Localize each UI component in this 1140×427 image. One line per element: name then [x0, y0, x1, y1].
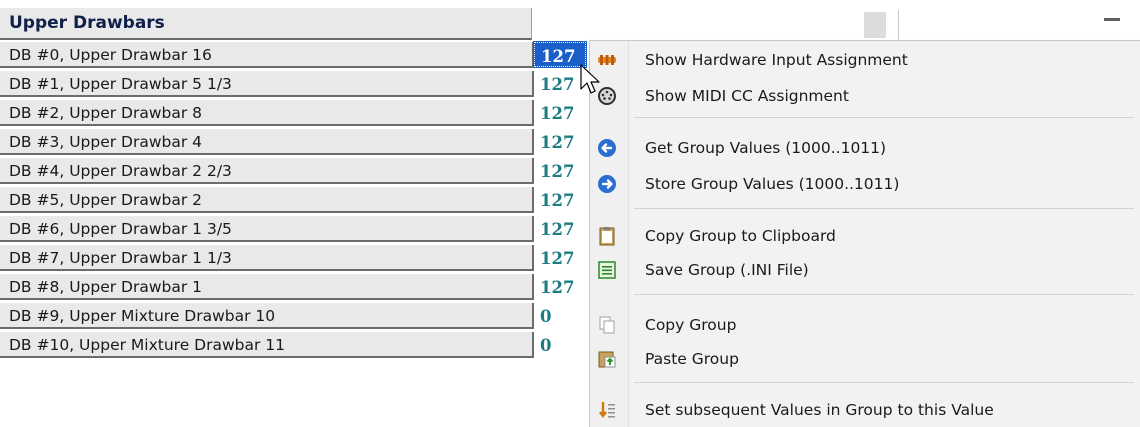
- param-label: DB #4, Upper Drawbar 2 2/3: [0, 158, 534, 184]
- dropdown-indicator-icon: [1104, 18, 1120, 21]
- param-label: DB #8, Upper Drawbar 1: [0, 274, 534, 300]
- save-file-icon: [597, 260, 617, 280]
- mouse-pointer-icon: [580, 64, 600, 94]
- menu-item-label: Show Hardware Input Assignment: [645, 51, 908, 69]
- table-row[interactable]: DB #9, Upper Mixture Drawbar 10 0: [0, 303, 590, 329]
- param-value[interactable]: 127: [533, 41, 587, 68]
- table-row[interactable]: DB #5, Upper Drawbar 2 127: [0, 187, 590, 213]
- fill-down-icon: [597, 400, 617, 420]
- param-value[interactable]: 127: [534, 274, 586, 299]
- param-value[interactable]: 127: [534, 100, 586, 125]
- param-value[interactable]: 0: [534, 332, 586, 357]
- menu-item-store-group-values[interactable]: Store Group Values (1000..1011): [590, 168, 1140, 200]
- drawbar-grid: Upper Drawbars DB #0, Upper Drawbar 16 1…: [0, 0, 1140, 426]
- table-row[interactable]: DB #0, Upper Drawbar 16 127: [0, 41, 590, 68]
- param-value[interactable]: 127: [534, 158, 586, 183]
- menu-separator: [634, 294, 1134, 295]
- clipboard-icon: [597, 226, 617, 246]
- menu-item-label: Paste Group: [645, 350, 739, 368]
- menu-item-copy-group-to-clipboard[interactable]: Copy Group to Clipboard: [590, 220, 1140, 252]
- arrow-right-circle-icon: [597, 174, 617, 194]
- menu-item-label: Get Group Values (1000..1011): [645, 139, 887, 157]
- paste-icon: [597, 349, 617, 369]
- scrollbar-thumb[interactable]: [864, 12, 886, 38]
- param-value[interactable]: 127: [534, 71, 586, 96]
- menu-item-show-hardware-input[interactable]: Show Hardware Input Assignment: [590, 44, 1140, 76]
- menu-item-get-group-values[interactable]: Get Group Values (1000..1011): [590, 132, 1140, 164]
- menu-item-paste-group[interactable]: Paste Group: [590, 343, 1140, 375]
- param-label: DB #0, Upper Drawbar 16: [0, 42, 534, 68]
- menu-item-label: Save Group (.INI File): [645, 261, 809, 279]
- param-label: DB #7, Upper Drawbar 1 1/3: [0, 245, 534, 271]
- table-row[interactable]: DB #6, Upper Drawbar 1 3/5 127: [0, 216, 590, 242]
- table-row[interactable]: DB #7, Upper Drawbar 1 1/3 127: [0, 245, 590, 271]
- param-label: DB #1, Upper Drawbar 5 1/3: [0, 71, 534, 97]
- table-row[interactable]: DB #2, Upper Drawbar 8 127: [0, 100, 590, 126]
- header-right-area: [534, 8, 1140, 40]
- group-header: Upper Drawbars: [0, 8, 532, 40]
- arrow-left-circle-icon: [597, 138, 617, 158]
- menu-item-label: Copy Group: [645, 316, 737, 334]
- table-row[interactable]: DB #3, Upper Drawbar 4 127: [0, 129, 590, 155]
- param-label: DB #2, Upper Drawbar 8: [0, 100, 534, 126]
- menu-item-label: Set subsequent Values in Group to this V…: [645, 401, 994, 419]
- param-label: DB #3, Upper Drawbar 4: [0, 129, 534, 155]
- table-row[interactable]: DB #1, Upper Drawbar 5 1/3 127: [0, 71, 590, 97]
- param-value[interactable]: 127: [534, 245, 586, 270]
- param-value[interactable]: 127: [534, 216, 586, 241]
- menu-item-label: Show MIDI CC Assignment: [645, 87, 849, 105]
- param-value[interactable]: 127: [534, 187, 586, 212]
- menu-item-label: Copy Group to Clipboard: [645, 227, 836, 245]
- menu-item-show-midi-cc[interactable]: Show MIDI CC Assignment: [590, 80, 1140, 112]
- context-menu: Show Hardware Input Assignment Show MIDI…: [589, 40, 1140, 427]
- table-row[interactable]: DB #4, Upper Drawbar 2 2/3 127: [0, 158, 590, 184]
- param-value[interactable]: 0: [534, 303, 586, 328]
- menu-separator: [634, 117, 1134, 118]
- copy-icon: [597, 315, 617, 335]
- table-row[interactable]: DB #8, Upper Drawbar 1 127: [0, 274, 590, 300]
- param-label: DB #9, Upper Mixture Drawbar 10: [0, 303, 534, 329]
- menu-item-set-subsequent-values[interactable]: Set subsequent Values in Group to this V…: [590, 394, 1140, 426]
- param-value[interactable]: 127: [534, 129, 586, 154]
- menu-separator: [634, 208, 1134, 209]
- menu-item-copy-group[interactable]: Copy Group: [590, 309, 1140, 341]
- param-label: DB #5, Upper Drawbar 2: [0, 187, 534, 213]
- param-label: DB #6, Upper Drawbar 1 3/5: [0, 216, 534, 242]
- param-label: DB #10, Upper Mixture Drawbar 11: [0, 332, 534, 358]
- table-row[interactable]: DB #10, Upper Mixture Drawbar 11 0: [0, 332, 590, 358]
- menu-separator: [634, 382, 1134, 383]
- menu-item-label: Store Group Values (1000..1011): [645, 175, 900, 193]
- column-divider: [898, 10, 899, 40]
- menu-item-save-group-ini[interactable]: Save Group (.INI File): [590, 254, 1140, 286]
